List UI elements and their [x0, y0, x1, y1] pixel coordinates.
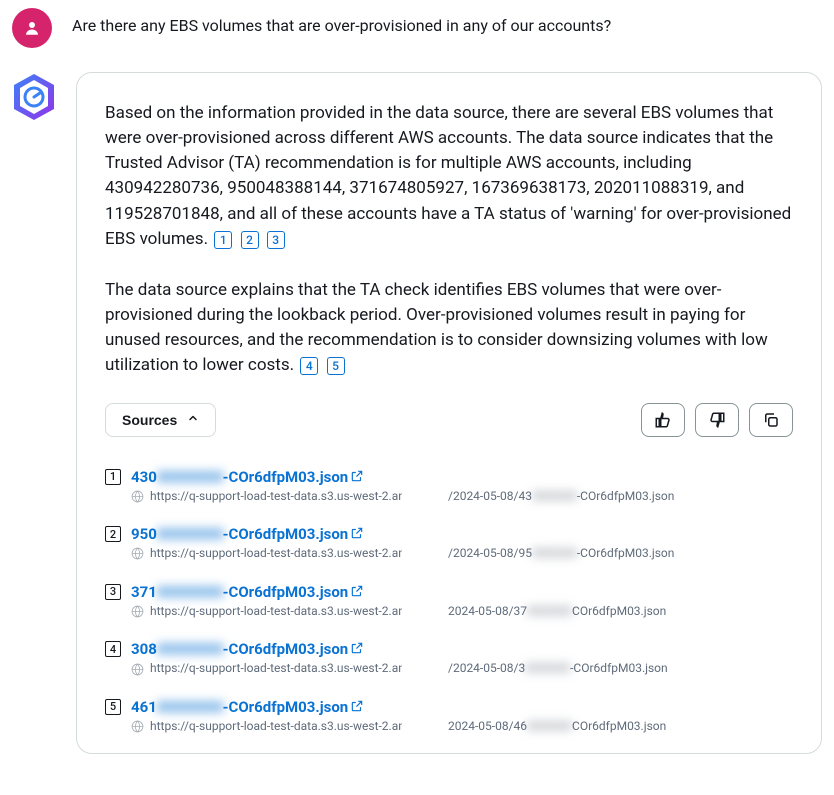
source-link[interactable]: 371XXXXXXX-COr6dfpM03.json	[131, 582, 364, 603]
source-link[interactable]: 308XXXXXXX-COr6dfpM03.json	[131, 639, 364, 660]
user-message: Are there any EBS volumes that are over-…	[72, 8, 611, 35]
source-item: 4 308XXXXXXX-COr6dfpM03.json https://q-s…	[105, 639, 793, 677]
source-item: 3 371XXXXXXX-COr6dfpM03.json https://q-s…	[105, 582, 793, 620]
source-link[interactable]: 950XXXXXXX-COr6dfpM03.json	[131, 524, 364, 545]
chevron-up-icon	[187, 412, 199, 427]
copy-button[interactable]	[749, 403, 793, 437]
source-number: 5	[105, 699, 121, 715]
assistant-avatar	[12, 72, 56, 122]
source-link[interactable]: 430XXXXXXX-COr6dfpM03.json	[131, 467, 364, 488]
source-number: 1	[105, 469, 121, 485]
response-paragraph: Based on the information provided in the…	[105, 103, 791, 249]
thumbs-down-button[interactable]	[695, 403, 739, 437]
response-paragraph: The data source explains that the TA che…	[105, 280, 768, 375]
source-number: 4	[105, 641, 121, 657]
citation-chip[interactable]: 2	[241, 231, 259, 249]
citation-chip[interactable]: 5	[327, 357, 345, 375]
source-url: https://q-support-load-test-data.s3.us-w…	[131, 546, 793, 562]
source-url: https://q-support-load-test-data.s3.us-w…	[131, 604, 793, 620]
source-item: 5 461XXXXXXX-COr6dfpM03.json https://q-s…	[105, 697, 793, 735]
assistant-response: Based on the information provided in the…	[105, 101, 793, 379]
citation-chip[interactable]: 4	[300, 357, 318, 375]
source-number: 3	[105, 584, 121, 600]
sources-list: 1 430XXXXXXX-COr6dfpM03.json https://q-s…	[105, 467, 793, 735]
sources-toggle-button[interactable]: Sources	[105, 403, 216, 437]
source-url: https://q-support-load-test-data.s3.us-w…	[131, 719, 793, 735]
sources-label: Sources	[122, 412, 177, 428]
assistant-card: Based on the information provided in the…	[76, 72, 822, 754]
source-link[interactable]: 461XXXXXXX-COr6dfpM03.json	[131, 697, 364, 718]
source-url: https://q-support-load-test-data.s3.us-w…	[131, 489, 793, 505]
source-item: 2 950XXXXXXX-COr6dfpM03.json https://q-s…	[105, 524, 793, 562]
source-number: 2	[105, 526, 121, 542]
citation-chip[interactable]: 3	[267, 231, 285, 249]
thumbs-up-button[interactable]	[641, 403, 685, 437]
user-avatar	[12, 8, 52, 48]
citation-chip[interactable]: 1	[214, 231, 232, 249]
source-url: https://q-support-load-test-data.s3.us-w…	[131, 661, 793, 677]
source-item: 1 430XXXXXXX-COr6dfpM03.json https://q-s…	[105, 467, 793, 505]
